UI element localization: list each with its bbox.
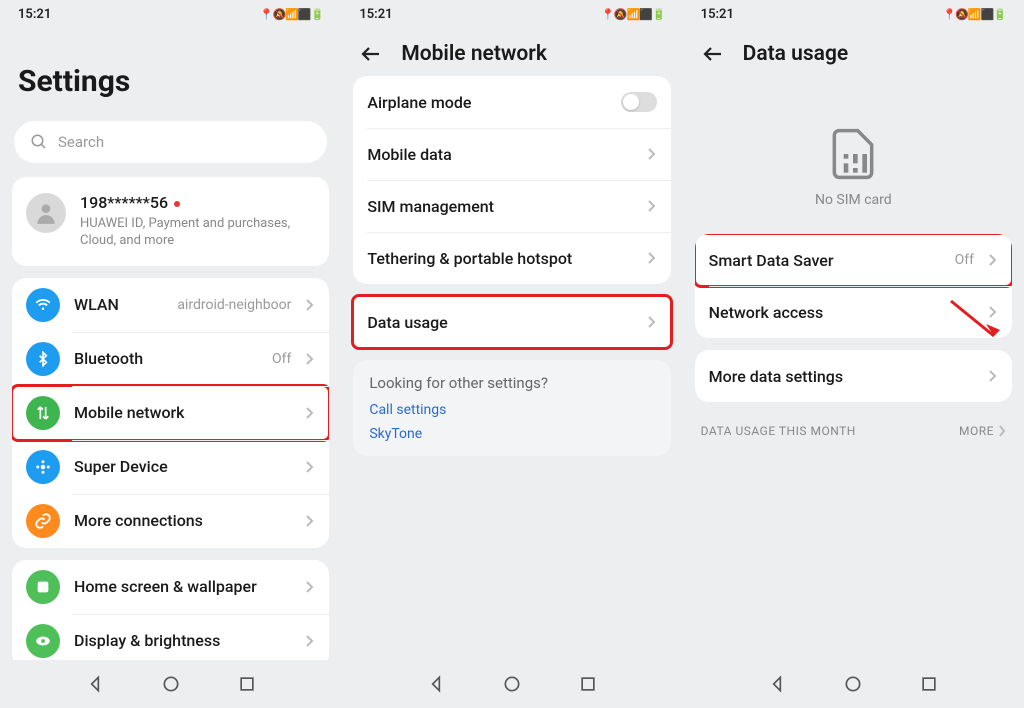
nav-back-icon[interactable] [85, 674, 105, 694]
status-bar: 15:21 📍🔕📶⬛🔋 [0, 0, 341, 28]
nav-home-icon[interactable] [161, 674, 181, 694]
bluetooth-row[interactable]: Bluetooth Off [12, 332, 329, 386]
wifi-icon [26, 288, 60, 322]
data-usage-row[interactable]: Data usage [353, 296, 670, 348]
airplane-mode-row[interactable]: Airplane mode [353, 76, 670, 128]
chevron-right-icon [647, 315, 657, 329]
notification-dot [174, 201, 180, 207]
chevron-right-icon [647, 251, 657, 265]
smart-data-saver-row[interactable]: Smart Data Saver Off [695, 234, 1012, 286]
status-time: 15:21 [18, 7, 51, 22]
avatar-icon [26, 193, 66, 233]
looking-for-card: Looking for other settings? Call setting… [353, 360, 670, 456]
nav-recent-icon[interactable] [919, 674, 939, 694]
sim-card-icon [829, 126, 877, 182]
page-title: Data usage [743, 42, 849, 66]
chevron-right-icon [988, 305, 998, 319]
super-device-icon [26, 450, 60, 484]
chevron-right-icon [305, 298, 315, 312]
mobile-data-row[interactable]: Mobile data [353, 128, 670, 180]
wallpaper-icon [26, 570, 60, 604]
back-button[interactable] [701, 42, 725, 66]
account-row[interactable]: 198******56 HUAWEI ID, Payment and purch… [12, 177, 329, 266]
search-icon [30, 133, 48, 151]
screen-data-usage: 15:21 📍🔕📶⬛🔋 Data usage No SIM card Smart… [683, 0, 1024, 708]
wlan-row[interactable]: WLAN airdroid-neighboor [12, 278, 329, 332]
search-placeholder: Search [58, 133, 104, 151]
chevron-right-icon [305, 514, 315, 528]
call-settings-link[interactable]: Call settings [369, 402, 654, 418]
nav-back-icon[interactable] [767, 674, 787, 694]
chevron-right-icon [988, 253, 998, 267]
screen-mobile-network: 15:21 📍🔕📶⬛🔋 Mobile network Airplane mode… [341, 0, 682, 708]
status-icons: 📍🔕📶⬛🔋 [260, 8, 323, 21]
chevron-right-icon [305, 406, 315, 420]
home-screen-row[interactable]: Home screen & wallpaper [12, 560, 329, 614]
network-access-row[interactable]: Network access [695, 286, 1012, 338]
nav-back-icon[interactable] [426, 674, 446, 694]
chevron-right-icon [305, 580, 315, 594]
more-connections-row[interactable]: More connections [12, 494, 329, 548]
nav-recent-icon[interactable] [237, 674, 257, 694]
screen-settings: 15:21 📍🔕📶⬛🔋 Settings Search 198******56 … [0, 0, 341, 708]
status-icons: 📍🔕📶⬛🔋 [943, 8, 1006, 21]
section-label: DATA USAGE THIS MONTH [701, 424, 856, 438]
page-title: Mobile network [401, 42, 547, 66]
nav-bar [0, 660, 341, 708]
eye-icon [26, 624, 60, 658]
bluetooth-icon [26, 342, 60, 376]
nav-recent-icon[interactable] [578, 674, 598, 694]
nav-home-icon[interactable] [843, 674, 863, 694]
chevron-right-icon [305, 352, 315, 366]
skytone-link[interactable]: SkyTone [369, 426, 654, 442]
link-icon [26, 504, 60, 538]
status-time: 15:21 [701, 7, 734, 22]
chevron-right-icon [988, 369, 998, 383]
back-button[interactable] [359, 42, 383, 66]
page-title: Settings [0, 28, 341, 115]
mobile-network-icon [26, 396, 60, 430]
sim-management-row[interactable]: SIM management [353, 180, 670, 232]
nav-home-icon[interactable] [502, 674, 522, 694]
super-device-row[interactable]: Super Device [12, 440, 329, 494]
more-data-settings-row[interactable]: More data settings [695, 350, 1012, 402]
nav-bar [683, 660, 1024, 708]
status-bar: 15:21 📍🔕📶⬛🔋 [341, 0, 682, 28]
chevron-right-icon [647, 147, 657, 161]
chevron-right-icon [647, 199, 657, 213]
airplane-toggle[interactable] [621, 92, 657, 112]
chevron-right-icon [998, 424, 1006, 438]
status-bar: 15:21 📍🔕📶⬛🔋 [683, 0, 1024, 28]
more-link[interactable]: MORE [959, 424, 1006, 438]
account-sub: HUAWEI ID, Payment and purchases, Cloud,… [80, 216, 315, 250]
chevron-right-icon [305, 634, 315, 648]
chevron-right-icon [305, 460, 315, 474]
mobile-network-row[interactable]: Mobile network [12, 386, 329, 440]
nav-bar [341, 660, 682, 708]
no-sim-block: No SIM card [695, 76, 1012, 234]
status-icons: 📍🔕📶⬛🔋 [601, 8, 664, 21]
display-brightness-row[interactable]: Display & brightness [12, 614, 329, 660]
account-name: 198******56 [80, 193, 168, 212]
search-input[interactable]: Search [14, 121, 327, 163]
tethering-row[interactable]: Tethering & portable hotspot [353, 232, 670, 284]
status-time: 15:21 [359, 7, 392, 22]
